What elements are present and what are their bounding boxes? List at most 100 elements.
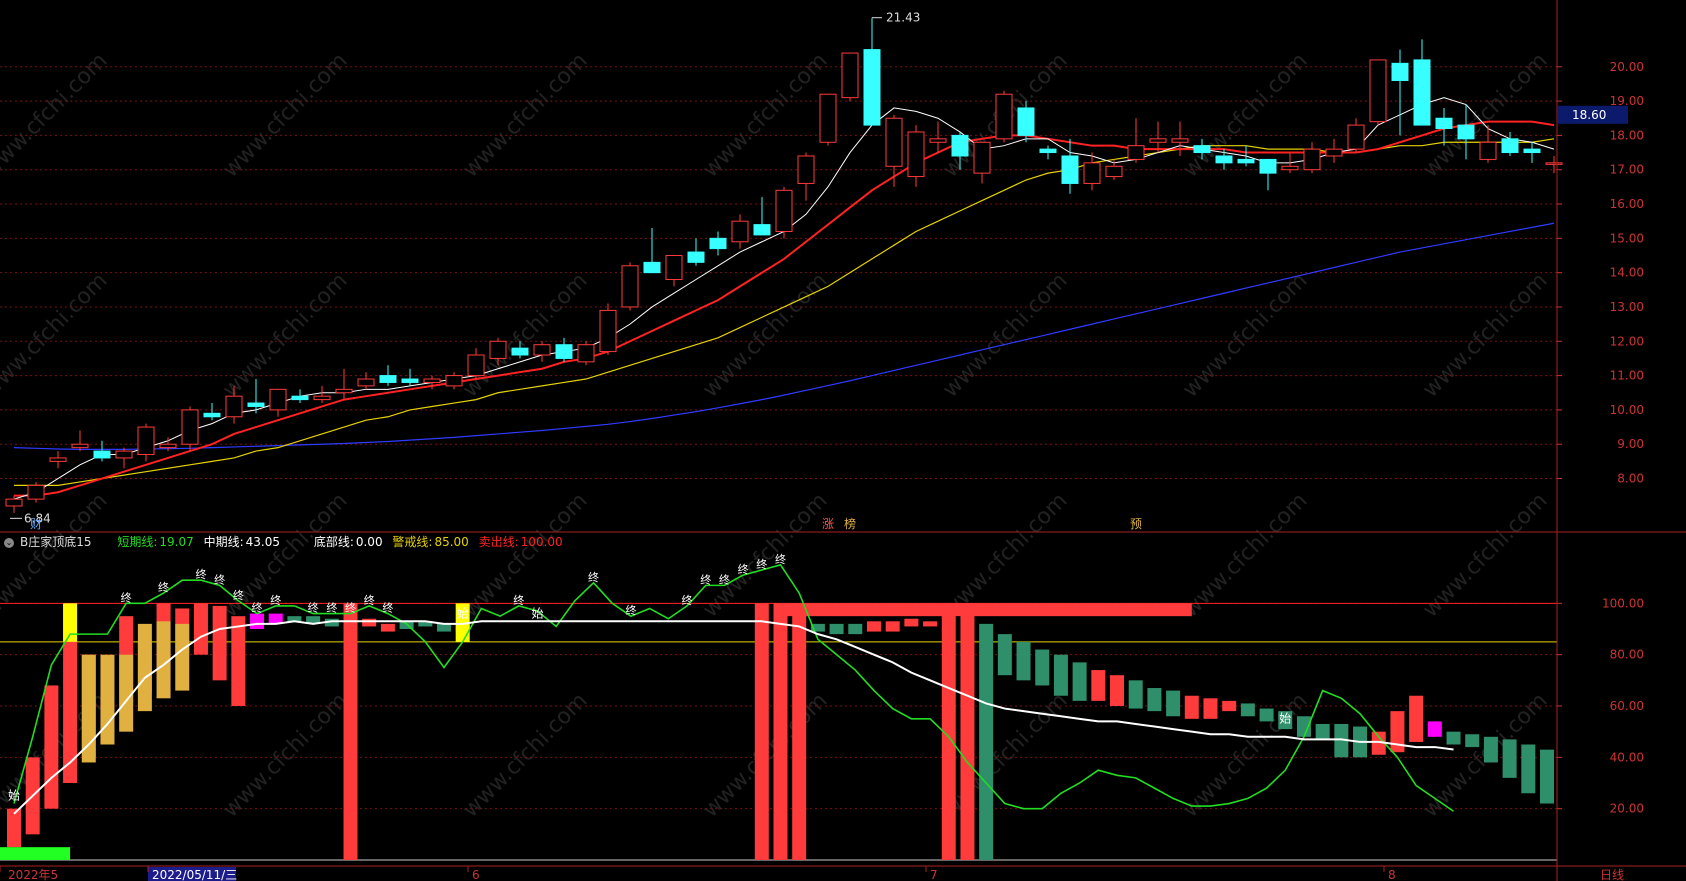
indicator-column [1110,675,1125,706]
bottom-line-label: 底部线: [313,535,354,549]
indicator-column [1072,662,1087,701]
candle-up [819,93,837,143]
candle-up [467,354,485,377]
indicator-column [212,605,227,681]
candle-up [885,117,903,167]
price-tick-label: 11.00 [1610,369,1644,383]
indicator-column [7,808,21,848]
indicator-column [997,634,1012,676]
watermark-text: www.cfchi.com [218,268,352,402]
end-marker: 终 [270,593,281,607]
ma60-line [13,222,1555,450]
xaxis-label: 2022年5 [8,868,58,881]
candle-down [1237,158,1255,164]
price-tick-label: 15.00 [1610,231,1644,245]
candle-down [1391,62,1409,81]
indicator-column [1203,698,1218,719]
candle-up [445,375,463,387]
candle-down [555,344,573,359]
candle-down [1435,117,1453,130]
candle-up [1281,165,1299,171]
watermark-text: www.cfchi.com [218,48,352,182]
candle-up [841,52,859,99]
indicator-column [773,603,788,860]
candle-up [1083,162,1101,184]
indicator-column [380,623,395,632]
watermark-text: www.cfchi.com [1178,488,1312,622]
watermark-text: www.cfchi.com [938,268,1072,402]
indicator-column [960,603,975,860]
watermark-text: www.cfchi.com [458,268,592,402]
candle-up [1479,141,1497,160]
indicator-name[interactable]: B庄家顶底15 [20,535,92,549]
event-marker-zhang: 涨 [822,516,834,531]
end-marker: 终 [588,570,599,584]
stock-chart[interactable]: www.cfchi.com www.cfchi.com www.cfchi.com w… [0,0,1686,881]
end-marker: 终 [775,552,786,566]
high-price-label: 21.43 [886,11,920,25]
end-marker: 终 [382,601,393,615]
candle-up [115,450,133,459]
indicator-gold-column [137,623,152,712]
candle-up [5,498,23,507]
indicator-column [885,621,900,632]
watermark-text: www.cfchi.com [458,48,592,182]
candle-up [1303,148,1321,171]
end-marker: 终 [756,557,767,571]
watermark-text: www.cfchi.com [0,488,113,622]
indicator-column [848,623,863,635]
candle-down [863,49,881,126]
warn-line-label: 警戒线: [392,535,433,549]
candle-down [1523,148,1541,154]
price-tick-label: 8.00 [1617,472,1644,486]
start-marker: 始 [1279,712,1291,726]
end-marker: 终 [513,593,524,607]
indicator-column [1184,695,1199,719]
candle-down [247,402,265,407]
current-price-label: 18.60 [1572,108,1606,122]
xaxis-label: 8 [1388,868,1396,881]
indicator-column [44,685,59,809]
candle-down [1039,148,1057,154]
mid-line-value: 43.05 [245,535,280,549]
indicator-column [1409,695,1424,742]
indicator-signal-column [63,603,78,642]
price-tick-label: 9.00 [1617,437,1644,451]
start-marker: 始 [8,789,20,803]
candle-down [1457,124,1475,140]
indicator-column [1427,721,1442,737]
candle-up [357,378,375,387]
watermark-text: www.cfchi.com [458,488,592,622]
indicator-column [343,603,358,860]
candle-up [225,395,243,418]
indicator-column [792,603,807,860]
indicator-gold-column [81,654,96,763]
candle-up [181,409,199,445]
indicator-column [1483,736,1498,763]
indicator-column [1016,641,1031,681]
price-tick-label: 14.00 [1610,266,1644,280]
indicator-column [1540,749,1554,804]
event-marker-cai: 财 [30,517,42,531]
price-tick-label: 10.00 [1610,403,1644,417]
sell-line-value: 100.00 [520,535,563,549]
candle-up [533,344,551,356]
indicator-column [923,621,938,627]
start-marker: 始 [457,606,469,620]
end-marker: 终 [121,590,132,604]
collapse-icon[interactable]: ⌄ [4,537,14,548]
indicator-tick-label: 40.00 [1610,750,1644,764]
candle-up [1347,124,1365,150]
candle-down [291,395,309,401]
end-marker: 终 [719,572,730,586]
watermark-text: www.cfchi.com [1418,488,1552,622]
watermark-text: www.cfchi.com [1418,268,1552,402]
price-tick-label: 18.00 [1610,128,1644,142]
watermark-text: www.cfchi.com [698,268,832,402]
price-tick-label: 12.00 [1610,334,1644,348]
indicator-column [754,603,769,860]
indicator-red-band [780,603,1192,617]
indicator-column [1315,723,1330,740]
end-marker: 终 [682,593,693,607]
candle-down [401,378,419,383]
